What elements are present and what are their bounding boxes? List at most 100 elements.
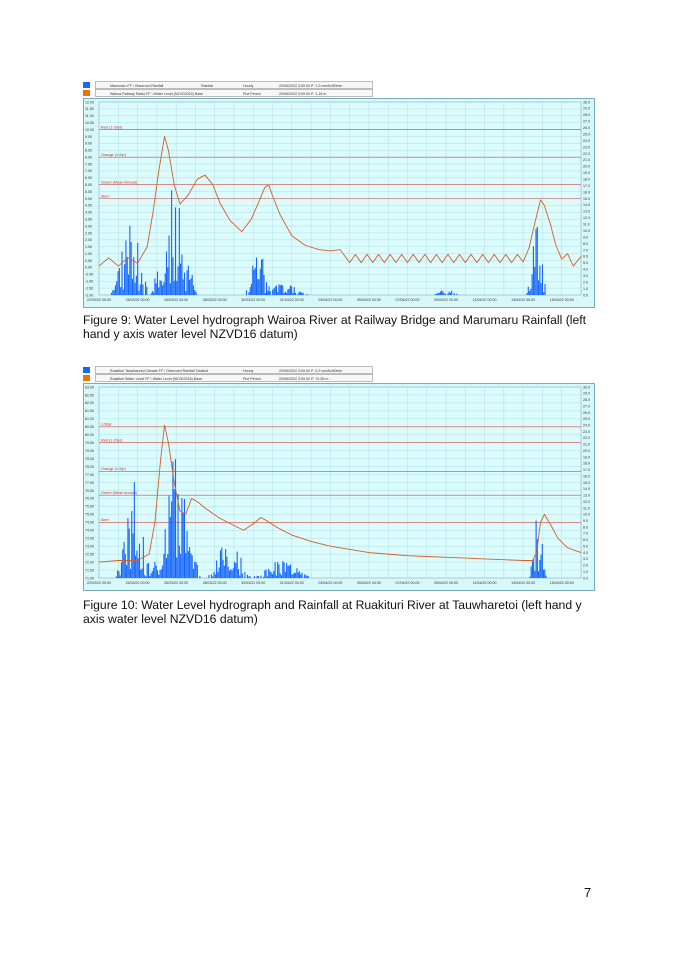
right-axis-tick: 12.0 [583, 216, 590, 220]
rainfall-bar [282, 561, 284, 578]
rainfall-bar [263, 275, 265, 295]
right-axis-tick: 11.0 [583, 506, 590, 510]
rainfall-bar [126, 256, 128, 295]
series-row-water-level[interactable]: Ruakituri Water Level FF \ Water Level (… [83, 374, 373, 382]
right-axis-tick: 7.0 [583, 248, 588, 252]
left-axis-tick: 1.00 [85, 252, 92, 256]
rainfall-bar [174, 459, 177, 578]
left-axis-tick: -1.50 [85, 286, 93, 290]
rainfall-bar [178, 208, 180, 295]
rainfall-bar [306, 575, 308, 578]
rainfall-bar [273, 571, 275, 578]
right-axis-tick: 19.0 [583, 171, 590, 175]
rainfall-bar [293, 287, 295, 295]
rainfall-bar [146, 563, 148, 578]
rainfall-bar [140, 569, 142, 578]
rainfall-bar [180, 553, 182, 578]
rainfall-bar [160, 280, 162, 295]
left-axis-tick: 0.50 [85, 259, 92, 263]
rainfall-bar [117, 570, 119, 578]
rainfall-bar [255, 257, 258, 295]
left-axis-tick: 79.50 [85, 441, 94, 445]
series-legend-header: Marumaru FF \ Observed Rainfall Rainfall… [83, 80, 595, 98]
right-axis-tick: 11.0 [583, 223, 590, 227]
right-axis-tick: 7.0 [583, 532, 588, 536]
rainfall-bar [189, 547, 191, 578]
rainfall-swatch-icon [83, 367, 90, 373]
hydrograph-chart[interactable]: 12.00 11.50 11.00 10.50 10.00 9.50 9.00 8.50 8.0… [83, 98, 595, 308]
rainfall-bar [538, 571, 540, 578]
rainfall-bar [444, 293, 446, 295]
right-axis-tick: 1.0 [583, 570, 588, 574]
left-axis-tick: 72.50 [85, 552, 94, 556]
right-axis-tick: 1.0 [583, 287, 588, 291]
series-row-rainfall[interactable]: Ruakituri Tauwharetoi Climate FF \ Obser… [83, 366, 373, 374]
rainfall-bar [453, 292, 455, 295]
rainfall-bar [158, 574, 160, 578]
rainfall-bar [130, 242, 132, 295]
rainfall-bar [281, 284, 283, 295]
rainfall-bar [246, 574, 249, 578]
series-aggregation: Plot Period [243, 92, 261, 96]
series-row-water-level[interactable]: Wairoa Railway Radio FF \ Water Level (N… [83, 89, 373, 97]
hydrograph-chart[interactable]: 83.00 82.50 82.00 81.50 81.00 80.50 80.00 79.50… [83, 383, 595, 591]
rainfall-bar [147, 563, 150, 578]
x-axis-tick: 28/03/22 00:00 [203, 581, 227, 585]
rainfall-bar [531, 561, 533, 578]
left-axis-tick: 75.50 [85, 505, 94, 509]
right-axis-tick: 29.0 [583, 392, 590, 396]
left-axis-tick: 82.00 [85, 401, 94, 405]
right-axis-tick: 8.0 [583, 525, 588, 529]
left-axis-tick: 73.50 [85, 537, 94, 541]
figure-9: Marumaru FF \ Observed Rainfall Rainfall… [83, 80, 595, 308]
right-axis-tick: 25.0 [583, 132, 590, 136]
right-axis-tick: 30.0 [583, 100, 590, 104]
left-axis-tick: 4.00 [85, 211, 92, 215]
threshold-label: Alert [101, 518, 110, 522]
rainfall-bar [529, 290, 531, 295]
rainfall-bar [115, 576, 117, 578]
rainfall-bar [294, 292, 297, 295]
rainfall-bar [240, 557, 242, 578]
rainfall-bar [237, 569, 240, 578]
x-axis-tick: 07/04/22 00:00 [395, 581, 419, 585]
series-row-rainfall[interactable]: Marumaru FF \ Observed Rainfall Rainfall… [83, 81, 373, 89]
left-axis-tick: 81.00 [85, 417, 94, 421]
rainfall-bar [187, 265, 189, 295]
rainfall-bar [231, 570, 233, 578]
rainfall-bar [176, 557, 178, 578]
rainfall-bar [129, 225, 131, 295]
x-axis-tick: 07/04/22 00:00 [395, 298, 419, 302]
rainfall-bar [165, 251, 168, 295]
rainfall-bar [530, 566, 532, 578]
rainfall-bar [195, 292, 197, 295]
rainfall-bar [437, 292, 439, 295]
left-axis-tick: 4.50 [85, 204, 92, 208]
rainfall-bar [137, 242, 139, 295]
x-axis-tick: 01/04/22 00:00 [280, 298, 304, 302]
water-level-swatch-icon [83, 90, 90, 96]
rainfall-bar [532, 246, 534, 295]
rainfall-bar [171, 190, 173, 295]
rainfall-bar [167, 267, 169, 295]
rainfall-bar [181, 254, 183, 295]
right-axis-tick: 15.0 [583, 197, 590, 201]
rainfall-bar [232, 568, 234, 578]
left-axis-tick: 9.00 [85, 142, 92, 146]
left-axis-tick: 7.50 [85, 162, 92, 166]
right-axis-tick: 23.0 [583, 145, 590, 149]
rainfall-bar [271, 574, 274, 578]
rainfall-bar [248, 292, 250, 295]
rainfall-bar [530, 288, 532, 295]
left-axis-tick: 78.50 [85, 457, 94, 461]
rainfall-bar [241, 573, 243, 578]
rainfall-bar [162, 565, 164, 578]
rainfall-bar [163, 282, 165, 295]
rainfall-swatch-icon [83, 82, 90, 88]
rainfall-bar [286, 562, 288, 578]
left-axis-tick: 12.00 [85, 100, 94, 104]
rainfall-bar [544, 569, 546, 578]
rainfall-bar [144, 281, 147, 295]
rainfall-bar [116, 281, 118, 295]
rainfall-bar [127, 274, 130, 295]
